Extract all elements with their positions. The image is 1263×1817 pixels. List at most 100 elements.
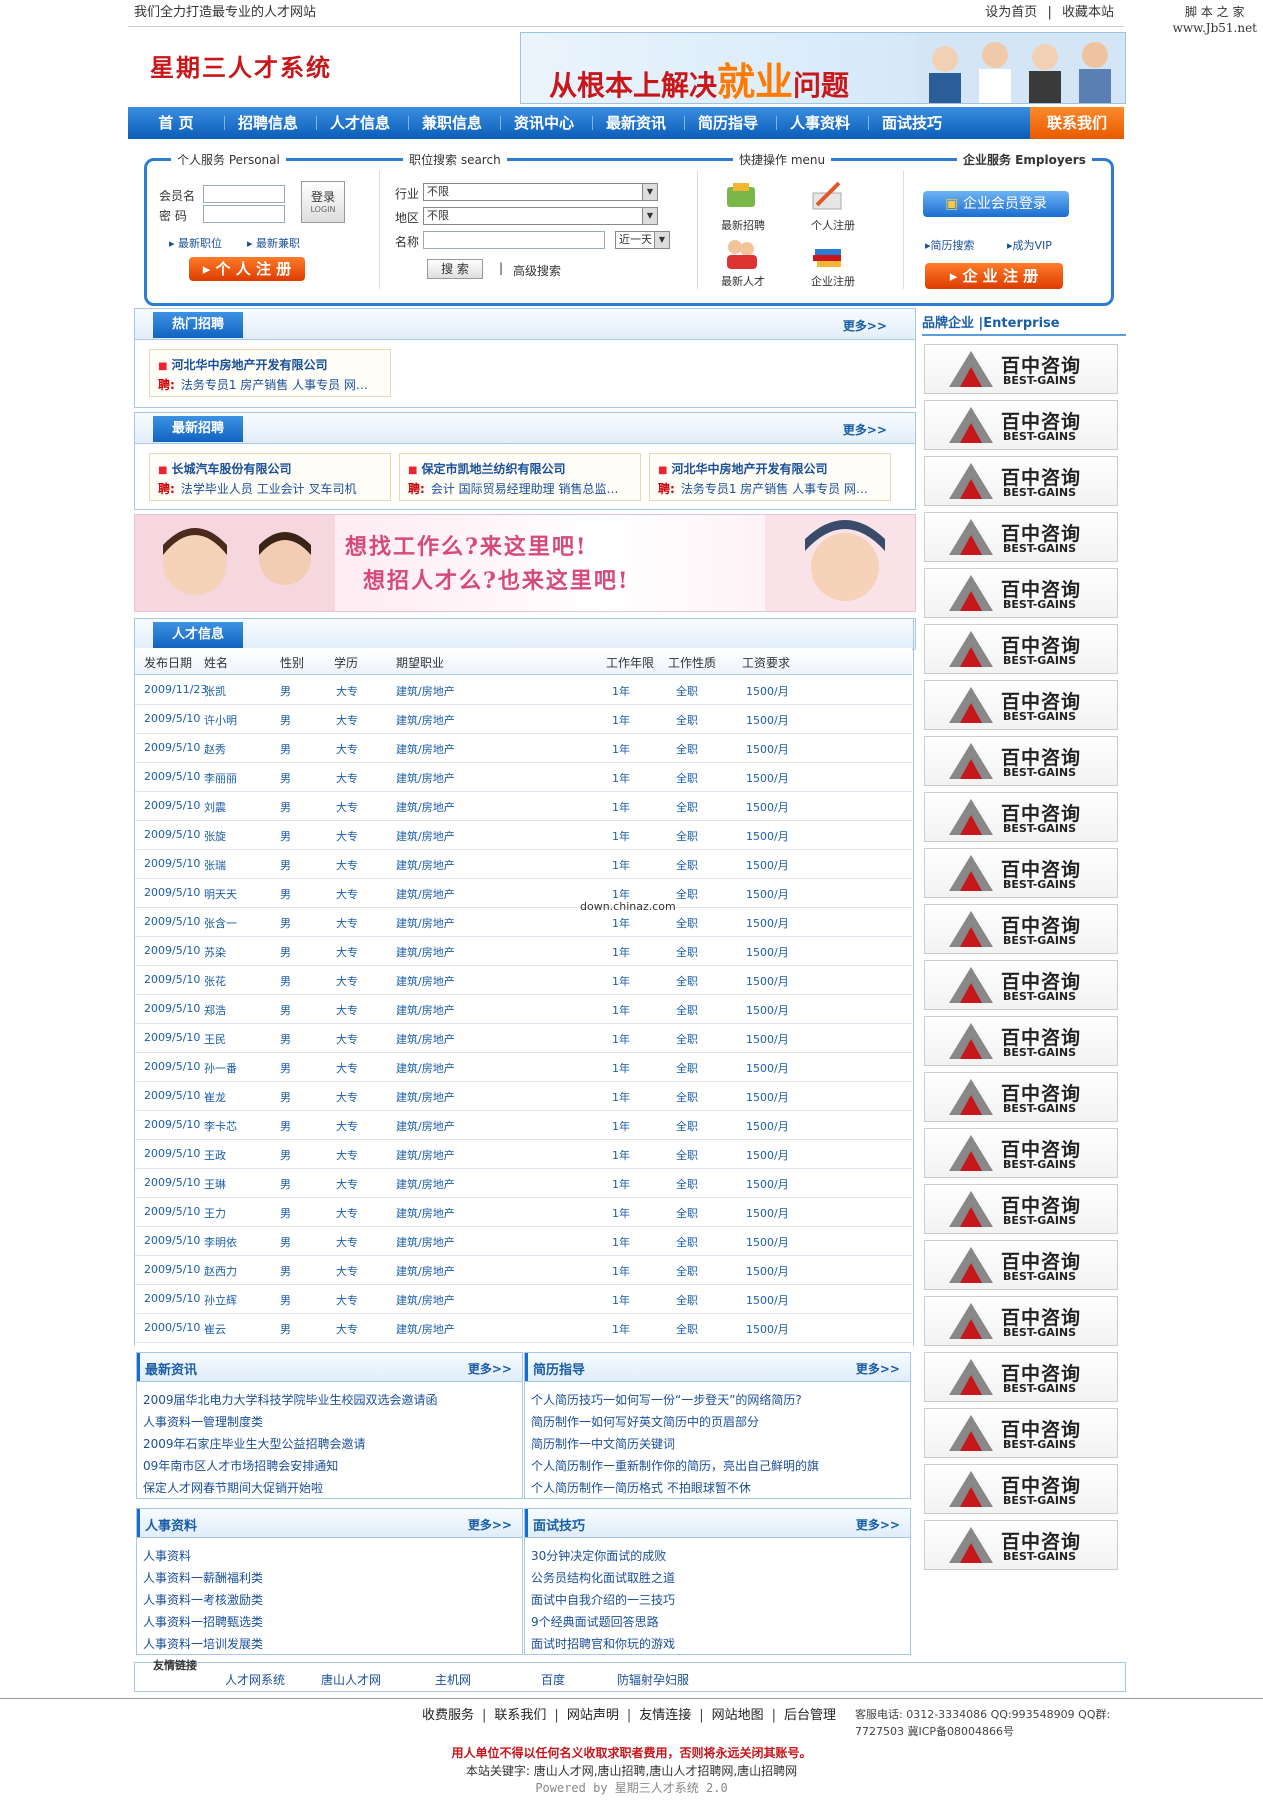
friend-link[interactable]: 防辐射孕妇服 [617, 1671, 689, 1688]
hot-more-link[interactable]: 更多>> [843, 317, 887, 334]
list-item[interactable]: 面试时招聘官和你玩的游戏 [531, 1635, 675, 1652]
brand-logo-card[interactable]: 百中咨询 BEST-GAINS [924, 624, 1118, 674]
table-cell[interactable]: 建筑/房地产 [396, 1321, 455, 1337]
brand-logo-card[interactable]: 百中咨询 BEST-GAINS [924, 1352, 1118, 1402]
list-item[interactable]: 个人简历制作一重新制作你的简历，亮出自己鲜明的旗 [531, 1457, 819, 1474]
table-cell[interactable]: 建筑/房地产 [396, 741, 455, 757]
table-cell[interactable]: 建筑/房地产 [396, 1263, 455, 1279]
latest-more-link[interactable]: 更多>> [843, 421, 887, 438]
table-row[interactable]: 2009/5/10 张瑞 男 大专 建筑/房地产 1年 全职 1500/月 [134, 849, 912, 879]
industry-select[interactable]: 不限 ▼ [423, 183, 658, 201]
table-cell[interactable]: 建筑/房地产 [396, 857, 455, 873]
list-item[interactable]: 简历制作一如何写好英文简历中的页眉部分 [531, 1413, 759, 1430]
nav-item[interactable]: 首 页 [134, 107, 218, 139]
list-item[interactable]: 公务员结构化面试取胜之道 [531, 1569, 675, 1586]
table-row[interactable]: 2009/5/10 赵秀 男 大专 建筑/房地产 1年 全职 1500/月 [134, 733, 912, 763]
table-cell[interactable]: 刘震 [204, 799, 226, 815]
advanced-search-link[interactable]: 高级搜索 [513, 262, 561, 279]
member-input[interactable] [203, 185, 285, 203]
table-row[interactable]: 2009/5/10 王民 男 大专 建筑/房地产 1年 全职 1500/月 [134, 1023, 912, 1053]
table-cell[interactable]: 赵西力 [204, 1263, 237, 1279]
brand-logo-card[interactable]: 百中咨询 BEST-GAINS [924, 1016, 1118, 1066]
table-cell[interactable]: 建筑/房地产 [396, 799, 455, 815]
site-logo[interactable]: 星期三人才系统 [150, 48, 332, 83]
brand-logo-card[interactable]: 百中咨询 BEST-GAINS [924, 736, 1118, 786]
job-titles[interactable]: 会计 国际贸易经理助理 销售总监… [431, 482, 619, 496]
table-cell[interactable]: 张旋 [204, 828, 226, 844]
company-name[interactable]: 保定市凯地兰纺织有限公司 [408, 460, 565, 477]
quick-company-register[interactable]: 企业注册 [811, 273, 855, 289]
footer-link[interactable]: 网站声明 [567, 1708, 619, 1723]
table-cell[interactable]: 建筑/房地产 [396, 973, 455, 989]
table-row[interactable]: 2009/5/10 王政 男 大专 建筑/房地产 1年 全职 1500/月 [134, 1139, 912, 1169]
brand-logo-card[interactable]: 百中咨询 BEST-GAINS [924, 1520, 1118, 1570]
table-row[interactable]: 2009/5/10 许小明 男 大专 建筑/房地产 1年 全职 1500/月 [134, 704, 912, 734]
brand-logo-card[interactable]: 百中咨询 BEST-GAINS [924, 792, 1118, 842]
job-titles[interactable]: 法学毕业人员 工业会计 叉车司机 [181, 482, 357, 496]
list-item[interactable]: 简历制作一中文简历关键词 [531, 1435, 675, 1452]
brand-logo-card[interactable]: 百中咨询 BEST-GAINS [924, 512, 1118, 562]
table-cell[interactable]: 李卡芯 [204, 1118, 237, 1134]
footer-link[interactable]: 联系我们 [494, 1708, 546, 1723]
table-row[interactable]: 2009/5/10 李明依 男 大专 建筑/房地产 1年 全职 1500/月 [134, 1226, 912, 1256]
table-cell[interactable]: 建筑/房地产 [396, 828, 455, 844]
nav-item[interactable]: 最新资讯 [594, 107, 678, 139]
table-cell[interactable]: 郑浩 [204, 1002, 226, 1018]
table-cell[interactable]: 崔龙 [204, 1089, 226, 1105]
table-cell[interactable]: 张瑞 [204, 857, 226, 873]
footer-link[interactable]: 收费服务 [422, 1708, 474, 1723]
table-cell[interactable]: 建筑/房地产 [396, 1002, 455, 1018]
ad-banner[interactable]: 想找工作么?来这里吧! 想招人才么?也来这里吧! [134, 514, 916, 612]
brand-logo-card[interactable]: 百中咨询 BEST-GAINS [924, 1464, 1118, 1514]
brand-logo-card[interactable]: 百中咨询 BEST-GAINS [924, 568, 1118, 618]
search-button[interactable]: 搜 索 [427, 259, 483, 279]
table-cell[interactable]: 建筑/房地产 [396, 1147, 455, 1163]
company-register-button[interactable]: ▸ 企 业 注 册 [925, 263, 1063, 289]
hr-more-link[interactable]: 更多>> [468, 1516, 512, 1533]
list-item[interactable]: 2009届华北电力大学科技学院毕业生校园双选会邀请函 [143, 1391, 438, 1408]
table-cell[interactable]: 建筑/房地产 [396, 886, 455, 902]
table-row[interactable]: 2000/5/10 崔云 男 大专 建筑/房地产 1年 全职 1500/月 [134, 1313, 912, 1343]
list-item[interactable]: 9个经典面试题回答思路 [531, 1613, 659, 1630]
table-cell[interactable]: 李丽丽 [204, 770, 237, 786]
company-name[interactable]: 河北华中房地产开发有限公司 [158, 356, 327, 373]
table-cell[interactable]: 王民 [204, 1031, 226, 1047]
brand-logo-card[interactable]: 百中咨询 BEST-GAINS [924, 1240, 1118, 1290]
nav-contact-button[interactable]: 联系我们 [1030, 107, 1124, 139]
friend-link[interactable]: 百度 [541, 1671, 565, 1688]
footer-link[interactable]: 网站地图 [712, 1708, 764, 1723]
table-row[interactable]: 2009/5/10 张花 男 大专 建筑/房地产 1年 全职 1500/月 [134, 965, 912, 995]
table-cell[interactable]: 崔云 [204, 1321, 226, 1337]
table-row[interactable]: 2009/5/10 张含一 男 大专 建筑/房地产 1年 全职 1500/月 [134, 907, 912, 937]
table-cell[interactable]: 李明依 [204, 1234, 237, 1250]
latest-jobs-link[interactable]: ▸ 最新职位 [169, 235, 222, 251]
table-cell[interactable]: 张含一 [204, 915, 237, 931]
friend-link[interactable]: 人才网系统 [225, 1671, 285, 1688]
quick-personal-register[interactable]: 个人注册 [811, 217, 855, 233]
table-cell[interactable]: 建筑/房地产 [396, 944, 455, 960]
brand-logo-card[interactable]: 百中咨询 BEST-GAINS [924, 1184, 1118, 1234]
nav-item[interactable]: 人才信息 [318, 107, 402, 139]
news-more-link[interactable]: 更多>> [468, 1360, 512, 1377]
footer-link[interactable]: 后台管理 [784, 1708, 836, 1723]
table-cell[interactable]: 建筑/房地产 [396, 1118, 455, 1134]
table-cell[interactable]: 张凯 [204, 683, 226, 699]
quick-latest-jobs[interactable]: 最新招聘 [721, 217, 765, 233]
brand-logo-card[interactable]: 百中咨询 BEST-GAINS [924, 680, 1118, 730]
friend-link[interactable]: 主机网 [435, 1671, 471, 1688]
list-item[interactable]: 人事资料一管理制度类 [143, 1413, 263, 1430]
table-row[interactable]: 2009/5/10 孙一番 男 大专 建筑/房地产 1年 全职 1500/月 [134, 1052, 912, 1082]
quick-latest-talent[interactable]: 最新人才 [721, 273, 765, 289]
brand-logo-card[interactable]: 百中咨询 BEST-GAINS [924, 1128, 1118, 1178]
list-item[interactable]: 个人简历制作一简历格式 不拍眼球暂不休 [531, 1479, 751, 1496]
nav-item[interactable]: 人事资料 [778, 107, 862, 139]
job-titles[interactable]: 法务专员1 房产销售 人事专员 网… [681, 482, 868, 496]
nav-item[interactable]: 面试技巧 [870, 107, 954, 139]
brand-logo-card[interactable]: 百中咨询 BEST-GAINS [924, 1408, 1118, 1458]
vip-link[interactable]: ▸成为VIP [1007, 237, 1052, 253]
table-row[interactable]: 2009/5/10 李丽丽 男 大专 建筑/房地产 1年 全职 1500/月 [134, 762, 912, 792]
brand-logo-card[interactable]: 百中咨询 BEST-GAINS [924, 344, 1118, 394]
table-row[interactable]: 2009/5/10 苏染 男 大专 建筑/房地产 1年 全职 1500/月 [134, 936, 912, 966]
region-select[interactable]: 不限 ▼ [423, 207, 658, 225]
list-item[interactable]: 人事资料一考核激励类 [143, 1591, 263, 1608]
